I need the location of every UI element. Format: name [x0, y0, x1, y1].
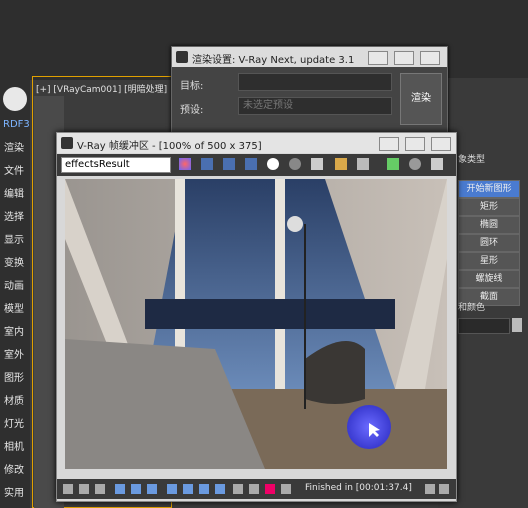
settings-icon[interactable] — [439, 484, 449, 494]
exposure-icon[interactable] — [131, 484, 141, 494]
curves-icon[interactable] — [167, 484, 177, 494]
vray-icon — [176, 51, 188, 63]
name-field[interactable] — [458, 318, 510, 334]
maximize-button[interactable] — [405, 137, 425, 151]
teapot-icon[interactable] — [431, 158, 443, 170]
lens-effects-icon[interactable] — [79, 484, 89, 494]
color-correction-icon[interactable] — [115, 484, 125, 494]
clamp-icon[interactable] — [265, 484, 275, 494]
sidebar-item-animation[interactable]: 动画 — [4, 277, 28, 295]
color-swatch[interactable] — [512, 318, 522, 332]
vray-icon — [61, 137, 73, 149]
srgb-icon[interactable] — [233, 484, 243, 494]
close-button[interactable] — [431, 137, 451, 151]
frame-buffer-toolbar: effectsResult — [57, 154, 456, 176]
pixel-info-icon[interactable] — [281, 484, 291, 494]
expand-icon[interactable] — [425, 484, 435, 494]
sidebar-item-lights[interactable]: 灯光 — [4, 415, 28, 433]
sidebar-item-transform[interactable]: 变换 — [4, 254, 28, 272]
sphere-icon[interactable] — [409, 158, 421, 170]
rectangle-button[interactable]: 矩形 — [458, 198, 520, 216]
hue-saturation-icon[interactable] — [199, 484, 209, 494]
white-balance-icon[interactable] — [183, 484, 193, 494]
preset-label: 预设: — [180, 105, 204, 116]
frame-buffer-title: V-Ray 帧缓冲区 - [100% of 500 x 375] — [77, 141, 262, 152]
donut-button[interactable]: 圆环 — [458, 234, 520, 252]
render-button[interactable]: 渲染 — [400, 73, 442, 125]
clear-icon[interactable] — [357, 158, 369, 170]
close-button[interactable] — [420, 51, 440, 65]
rendered-image[interactable] — [65, 179, 447, 469]
color-channels-icon[interactable] — [179, 158, 191, 170]
mono-icon[interactable] — [289, 158, 301, 170]
preset-dropdown[interactable]: 未选定预设 — [238, 97, 392, 115]
floor-lamp-shade — [287, 216, 303, 232]
app-logo-icon[interactable] — [3, 87, 27, 111]
sidebar-item-edit[interactable]: 编辑 — [4, 185, 28, 203]
sidebar-item-shapes[interactable]: 图形 — [4, 369, 28, 387]
object-type-label: 象类型 — [458, 155, 486, 165]
render-setup-window: 渲染设置: V-Ray Next, update 3.1 目标: 预设: 未选定… — [171, 46, 448, 138]
channel-select[interactable]: effectsResult — [61, 157, 171, 173]
render-status: Finished in [00:01:37.4] — [305, 483, 412, 493]
ellipse-button[interactable]: 椭圆 — [458, 216, 520, 234]
sidebar-item-model[interactable]: 模型 — [4, 300, 28, 318]
frame-buffer-titlebar[interactable]: V-Ray 帧缓冲区 - [100% of 500 x 375] — [57, 133, 456, 153]
maximize-button[interactable] — [394, 51, 414, 65]
helix-button[interactable]: 螺旋线 — [458, 270, 520, 288]
render-region-icon[interactable] — [387, 158, 399, 170]
red-channel-icon[interactable] — [201, 158, 213, 170]
distant-hills — [145, 299, 395, 329]
lut-icon[interactable] — [249, 484, 259, 494]
sidebar-item-interior[interactable]: 室内 — [4, 323, 28, 341]
window-frame-right — [275, 179, 285, 389]
levels-icon[interactable] — [147, 484, 157, 494]
open-folder-icon[interactable] — [335, 158, 347, 170]
green-channel-icon[interactable] — [223, 158, 235, 170]
target-dropdown[interactable] — [238, 73, 392, 91]
minimize-button[interactable] — [379, 137, 399, 151]
sidebar-item-file[interactable]: 文件 — [4, 162, 28, 180]
sidebar-item-select[interactable]: 选择 — [4, 208, 28, 226]
name-and-color-label: 和颜色 — [458, 303, 486, 313]
sidebar-item-display[interactable]: 显示 — [4, 231, 28, 249]
brand-label: RDF3 — [3, 119, 30, 130]
frame-buffer-statusbar: Finished in [00:01:37.4] — [57, 479, 456, 499]
start-new-shape-button[interactable]: 开始新图形 — [458, 180, 520, 198]
minimize-button[interactable] — [368, 51, 388, 65]
save-icon[interactable] — [311, 158, 323, 170]
frame-buffer-window: V-Ray 帧缓冲区 - [100% of 500 x 375] effects… — [56, 132, 457, 502]
blue-channel-icon[interactable] — [245, 158, 257, 170]
sidebar-item-exterior[interactable]: 室外 — [4, 346, 28, 364]
stereo-icon[interactable] — [95, 484, 105, 494]
alpha-channel-icon[interactable] — [267, 158, 279, 170]
viewport-label[interactable]: [+] [VRayCam001] [明暗处理] — [36, 82, 167, 95]
sidebar-item-modify[interactable]: 修改 — [4, 461, 28, 479]
background-icon[interactable] — [215, 484, 225, 494]
sidebar-item-material[interactable]: 材质 — [4, 392, 28, 410]
sidebar-item-render[interactable]: 渲染 — [4, 139, 28, 157]
sidebar-item-utilities[interactable]: 实用 — [4, 484, 28, 502]
render-setup-titlebar[interactable]: 渲染设置: V-Ray Next, update 3.1 — [172, 47, 447, 67]
star-button[interactable]: 星形 — [458, 252, 520, 270]
sidebar-item-camera[interactable]: 相机 — [4, 438, 28, 456]
render-setup-title: 渲染设置: V-Ray Next, update 3.1 — [192, 55, 355, 66]
target-label: 目标: — [180, 81, 204, 92]
history-icon[interactable] — [63, 484, 73, 494]
